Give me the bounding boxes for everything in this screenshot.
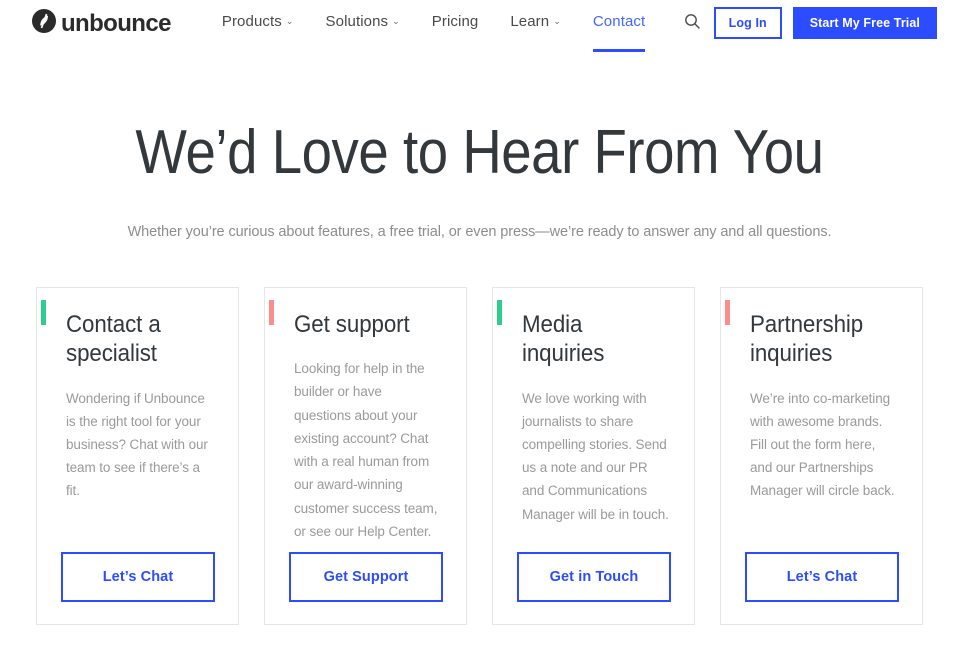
card-body: We’re into co-marketing with awesome bra… (750, 390, 895, 499)
nav-item-learn[interactable]: Learn ⌄ (510, 9, 561, 30)
card-body: Looking for help in the builder or have … (294, 361, 438, 539)
card-body: Wondering if Unbounce is the right tool … (66, 390, 208, 499)
card-accent-bar (269, 300, 274, 325)
hero-subtitle: Whether you’re curious about features, a… (127, 224, 832, 240)
hero-section: We’d Love to Hear From You Whether you’r… (0, 118, 959, 241)
card-title: Get support (294, 311, 410, 338)
card-accent-bar (41, 300, 46, 325)
contact-cards: Contact a specialist Wondering if Unboun… (0, 287, 959, 625)
site-header: unbounce Products ⌄ Solutions ⌄ Pricing Le… (0, 0, 959, 60)
page-title: We’d Love to Hear From You (135, 118, 824, 187)
nav-item-solutions[interactable]: Solutions ⌄ (326, 9, 400, 30)
start-free-trial-button[interactable]: Start My Free Trial (792, 7, 937, 39)
logo-text: unbounce (61, 10, 171, 37)
nav-item-learn-label: Learn (510, 13, 550, 30)
card-cta-button[interactable]: Get Support (289, 552, 443, 602)
nav-item-solutions-label: Solutions (325, 13, 389, 30)
header-actions: Log In Start My Free Trial (678, 7, 937, 39)
main-navigation: Products ⌄ Solutions ⌄ Pricing Learn ⌄ Cont… (222, 9, 677, 53)
card-title: Media inquiries (522, 311, 605, 368)
login-button[interactable]: Log In (713, 7, 782, 39)
contact-card-media: Media inquiries We love working with jou… (492, 287, 695, 625)
nav-item-pricing-label: Pricing (431, 13, 479, 30)
chevron-down-icon: ⌄ (392, 16, 400, 26)
contact-card-specialist: Contact a specialist Wondering if Unboun… (36, 287, 239, 625)
contact-card-support: Get support Looking for help in the buil… (264, 287, 467, 625)
contact-card-partnership: Partnership inquiries We’re into co-mark… (720, 287, 923, 625)
active-tab-indicator (592, 49, 646, 52)
nav-item-contact[interactable]: Contact (592, 9, 646, 52)
chevron-down-icon: ⌄ (285, 16, 294, 26)
logo[interactable]: unbounce (31, 8, 171, 39)
nav-item-contact-label: Contact (592, 13, 646, 30)
card-cta-button[interactable]: Let’s Chat (61, 552, 215, 602)
nav-item-pricing[interactable]: Pricing (432, 9, 479, 30)
nav-item-products-label: Products (221, 13, 282, 30)
unbounce-circle-slash-logo-icon (31, 8, 57, 39)
card-accent-bar (725, 300, 730, 325)
card-title: Partnership inquiries (750, 311, 864, 368)
card-body: We love working with journalists to shar… (522, 390, 669, 522)
chevron-down-icon: ⌄ (553, 16, 561, 26)
nav-item-products[interactable]: Products ⌄ (222, 9, 294, 30)
card-cta-button[interactable]: Get in Touch (517, 552, 671, 602)
card-accent-bar (497, 300, 502, 325)
card-title: Contact a specialist (66, 311, 161, 368)
search-icon (684, 13, 701, 33)
search-button[interactable] (678, 8, 708, 38)
card-cta-button[interactable]: Let’s Chat (745, 552, 899, 602)
